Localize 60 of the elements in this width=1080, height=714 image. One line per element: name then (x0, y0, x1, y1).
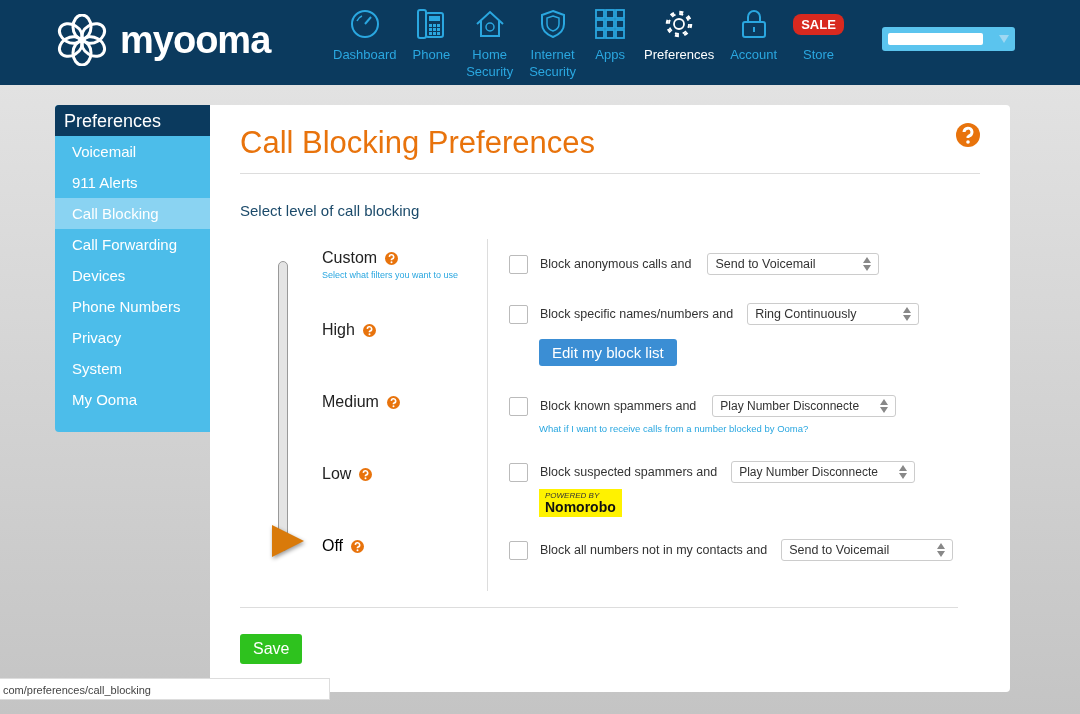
level-label[interactable]: Custom (322, 249, 378, 267)
help-icon[interactable] (351, 539, 365, 553)
option-label: Block known spammers and (540, 399, 697, 413)
account-dropdown[interactable] (882, 27, 1015, 51)
stepper-icon (863, 257, 872, 271)
save-button[interactable]: Save (240, 634, 303, 664)
settings-icon (664, 9, 695, 39)
action-dropdown[interactable]: Ring Continuously (747, 303, 920, 325)
edit-block-list-button[interactable]: Edit my block list (539, 339, 677, 366)
stepper-icon (937, 543, 946, 557)
gauge-icon (349, 9, 380, 39)
help-icon[interactable] (362, 323, 376, 337)
nav-item[interactable]: SALE Store (785, 6, 852, 80)
badge-caption: POWERED BY (545, 491, 601, 500)
stepper-icon (899, 465, 908, 479)
slider-arrow[interactable] (270, 523, 306, 559)
help-icon[interactable] (385, 251, 399, 265)
option-label: Block specific names/numbers and (540, 307, 734, 321)
stepper-icon (903, 307, 912, 321)
nav-item[interactable]: Preferences (636, 6, 723, 80)
page-title: Call Blocking Preferences (240, 125, 595, 161)
help-icon[interactable] (386, 395, 400, 409)
section-subtitle: Select level of call blocking (240, 202, 421, 219)
status-url: com/preferences/call_blocking (0, 678, 330, 700)
checkbox[interactable] (509, 396, 528, 416)
grid-icon (595, 9, 626, 39)
action-dropdown[interactable]: Play Number Disconnecte (712, 395, 897, 417)
nav-item[interactable]: Phone (404, 6, 459, 80)
checkbox[interactable] (509, 254, 528, 274)
desk-phone-icon (416, 8, 447, 40)
nav-item[interactable]: Account (722, 6, 786, 80)
option-label: Block anonymous calls and (540, 257, 692, 271)
level-label[interactable]: Low (322, 465, 352, 483)
shield-icon (539, 9, 566, 39)
caret-icon (999, 35, 1009, 43)
nav-item[interactable]: Apps (584, 6, 637, 80)
nav-item[interactable]: Dashboard (325, 6, 405, 80)
option-label: Block all numbers not in my contacts and (540, 543, 768, 557)
nav-item[interactable]: Home Security (458, 6, 522, 80)
help-icon[interactable] (359, 467, 373, 481)
checkbox[interactable] (509, 304, 528, 324)
help-icon[interactable] (956, 123, 980, 147)
checkbox[interactable] (509, 540, 528, 560)
nav-item[interactable]: Internet Security (521, 6, 585, 80)
level-label[interactable]: High (322, 321, 355, 339)
level-hint: Select what filters you want to use (322, 270, 460, 280)
sale-badge: SALE (793, 13, 844, 35)
logo-text: myooma (120, 18, 271, 62)
checkbox[interactable] (509, 462, 528, 482)
badge-brand: Nomorobo (545, 500, 616, 514)
level-label[interactable]: Off (322, 537, 344, 555)
help-link[interactable]: What if I want to receive calls from a number blocked by Ooma? (539, 423, 954, 434)
action-dropdown[interactable]: Play Number Disconnecte (731, 461, 916, 483)
action-dropdown[interactable]: Send to Voicemail (707, 253, 880, 275)
action-dropdown[interactable]: Send to Voicemail (781, 539, 954, 561)
stepper-icon (880, 399, 889, 413)
lock-icon (740, 9, 767, 39)
level-label[interactable]: Medium (322, 393, 379, 411)
option-label: Block suspected spammers and (540, 465, 718, 479)
sidebar-title: Preferences (55, 105, 210, 136)
